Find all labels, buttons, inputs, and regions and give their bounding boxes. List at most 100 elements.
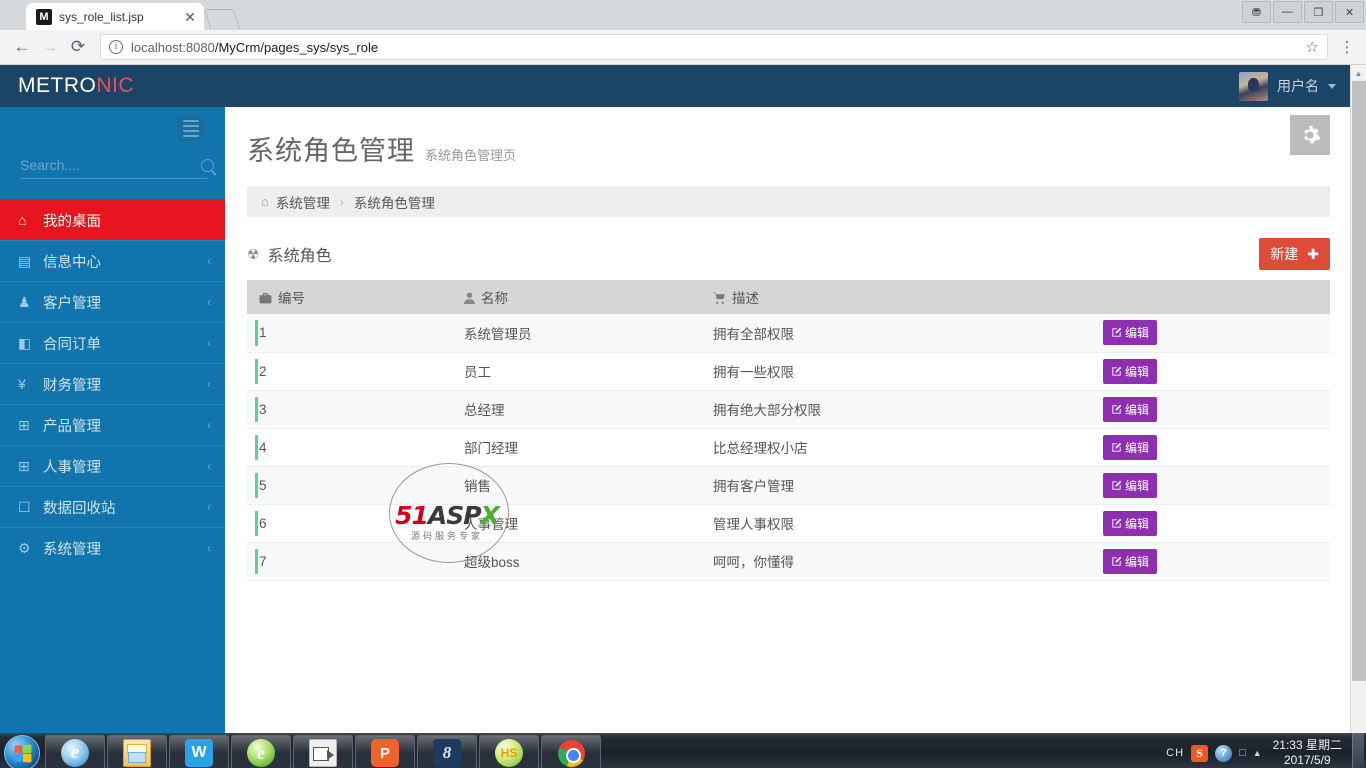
column-header-name[interactable]: 名称 [452,280,701,314]
briefcase-icon [259,293,272,304]
network-icon[interactable]: □ [1239,747,1246,759]
column-label-name: 名称 [481,291,508,306]
taskbar-item-google-chrome[interactable] [541,735,601,768]
sidebar-item-6[interactable]: ⊞ 人事管理 ‹ [0,445,225,486]
sidebar-item-8[interactable]: ⚙ 系统管理 ‹ [0,527,225,568]
show-hidden-icons-icon[interactable]: ▲ [1253,748,1262,758]
cell-desc: 拥有客户管理 [701,466,1091,505]
new-role-button[interactable]: 新建 ✚ [1259,238,1330,270]
close-button[interactable]: ✕ [1335,1,1364,23]
table-header-row: 编号 名称 描述 [247,280,1330,314]
cell-id: 1 [247,314,452,353]
search-icon[interactable] [201,158,214,172]
address-bar[interactable]: i localhost:8080/MyCrm/pages_sys/sys_rol… [100,34,1328,60]
home-icon[interactable]: ⌂ [261,194,269,209]
file-explorer-icon [123,739,151,767]
book-icon: ◧ [18,334,32,351]
chevron-down-icon [1328,83,1336,89]
portlet-title-label: 系统角色 [267,248,332,265]
edit-button[interactable]: 编辑 [1103,358,1158,384]
maximize-button[interactable]: ❐ [1304,1,1333,23]
settings-gear-button[interactable] [1290,115,1330,155]
sidebar-item-7[interactable]: ☐ 数据回收站 ‹ [0,486,225,527]
hamburger-menu-icon[interactable] [177,115,205,141]
edit-button-label: 编辑 [1125,326,1150,341]
language-indicator[interactable]: CH [1166,747,1184,759]
table-row: 3 总经理 拥有绝大部分权限 编辑 [247,390,1330,429]
grid-icon: ⊞ [18,416,30,433]
site-info-icon[interactable]: i [109,40,123,54]
chevron-left-icon: ‹ [207,500,211,514]
gear-icon: ⚙ [18,539,31,556]
help-icon[interactable]: ? [1215,744,1233,762]
sidebar-item-label: 客户管理 [43,295,101,312]
search-box[interactable] [20,157,214,179]
sidebar-item-2[interactable]: ♟ 客户管理 ‹ [0,281,225,322]
home-icon: ⌂ [18,212,27,228]
sidebar-item-5[interactable]: ⊞ 产品管理 ‹ [0,404,225,445]
show-desktop-button[interactable] [1352,733,1364,768]
cart-icon [713,292,725,304]
taskbar-item-wps-presentation[interactable]: P [355,735,415,768]
bell-icon: ☢ [247,245,260,262]
cell-actions: 编辑 [1091,466,1330,505]
app-logo[interactable]: METRONIC [18,74,134,98]
sidebar-item-label: 数据回收站 [43,500,116,517]
new-role-label: 新建 [1270,246,1299,262]
scrollbar-thumb[interactable] [1352,81,1366,681]
search-input[interactable] [20,157,201,173]
table-head: 编号 名称 描述 [247,280,1330,314]
taskbar-item-screen-recorder[interactable] [293,735,353,768]
edit-button[interactable]: 编辑 [1103,472,1158,498]
grid-icon: ⊞ [18,457,30,474]
green-browser-icon: e [247,739,275,767]
taskbar-item-hs-app[interactable]: HS [479,735,539,768]
user-name-label: 用户名 [1277,78,1319,94]
user-menu[interactable]: 用户名 [1225,65,1350,107]
breadcrumb-separator: › [339,194,344,209]
edit-pencil-icon [1112,480,1122,490]
column-header-actions [1091,280,1330,314]
user-icon [464,292,475,304]
cell-name: 系统管理员 [452,314,701,353]
sidebar-item-label: 财务管理 [43,377,101,394]
sidebar-item-1[interactable]: ▤ 信息中心 ‹ [0,240,225,281]
taskbar-item-wps-writer[interactable]: W [169,735,229,768]
bookmark-star-icon[interactable]: ☆ [1306,38,1319,56]
taskbar-item-green-browser[interactable]: e [231,735,291,768]
taskbar-item-internet-explorer[interactable]: e [45,735,105,768]
edit-pencil-icon [1112,556,1122,566]
start-button[interactable] [4,735,40,768]
tab-close-icon[interactable]: ✕ [182,10,198,24]
profile-icon[interactable]: ⛃ [1242,1,1271,23]
sogou-ime-icon[interactable]: S [1191,744,1209,762]
clock[interactable]: 21:33 星期二 2017/5/9 [1269,738,1346,768]
sidebar-item-0[interactable]: ⌂ 我的桌面 [0,199,225,240]
edit-button[interactable]: 编辑 [1103,320,1158,346]
breadcrumb-item-0[interactable]: 系统管理 [276,192,330,212]
edit-button[interactable]: 编辑 [1103,510,1158,536]
reload-icon[interactable]: ⟳ [64,33,92,61]
column-header-id[interactable]: 编号 [247,280,452,314]
taskbar-item-file-explorer[interactable] [107,735,167,768]
cell-id: 4 [247,428,452,467]
sidebar-item-3[interactable]: ◧ 合同订单 ‹ [0,322,225,363]
new-tab-button[interactable] [203,9,241,29]
minimize-button[interactable]: — [1273,1,1302,23]
page-scrollbar[interactable]: ▲ [1350,65,1366,733]
browser-tab[interactable]: M sys_role_list.jsp ✕ [26,3,204,30]
edit-button[interactable]: 编辑 [1103,434,1158,460]
windows-taskbar: e We P 8 HS CH S ? □ ▲ 21:33 星期二 2017/5/9 [0,733,1366,768]
news-icon: ▤ [18,252,32,269]
edit-button-label: 编辑 [1125,516,1150,531]
sidebar-item-4[interactable]: ¥ 财务管理 ‹ [0,363,225,404]
chrome-menu-icon[interactable]: ⋮ [1336,40,1358,55]
taskbar-item-editplus[interactable]: 8 [417,735,477,768]
edit-button[interactable]: 编辑 [1103,396,1158,422]
edit-button[interactable]: 编辑 [1103,548,1158,574]
back-icon[interactable]: ← [8,33,36,61]
cell-actions: 编辑 [1091,428,1330,467]
forward-icon[interactable]: → [36,33,64,61]
column-header-desc[interactable]: 描述 [701,280,1091,314]
scroll-up-arrow-icon[interactable]: ▲ [1351,65,1366,81]
